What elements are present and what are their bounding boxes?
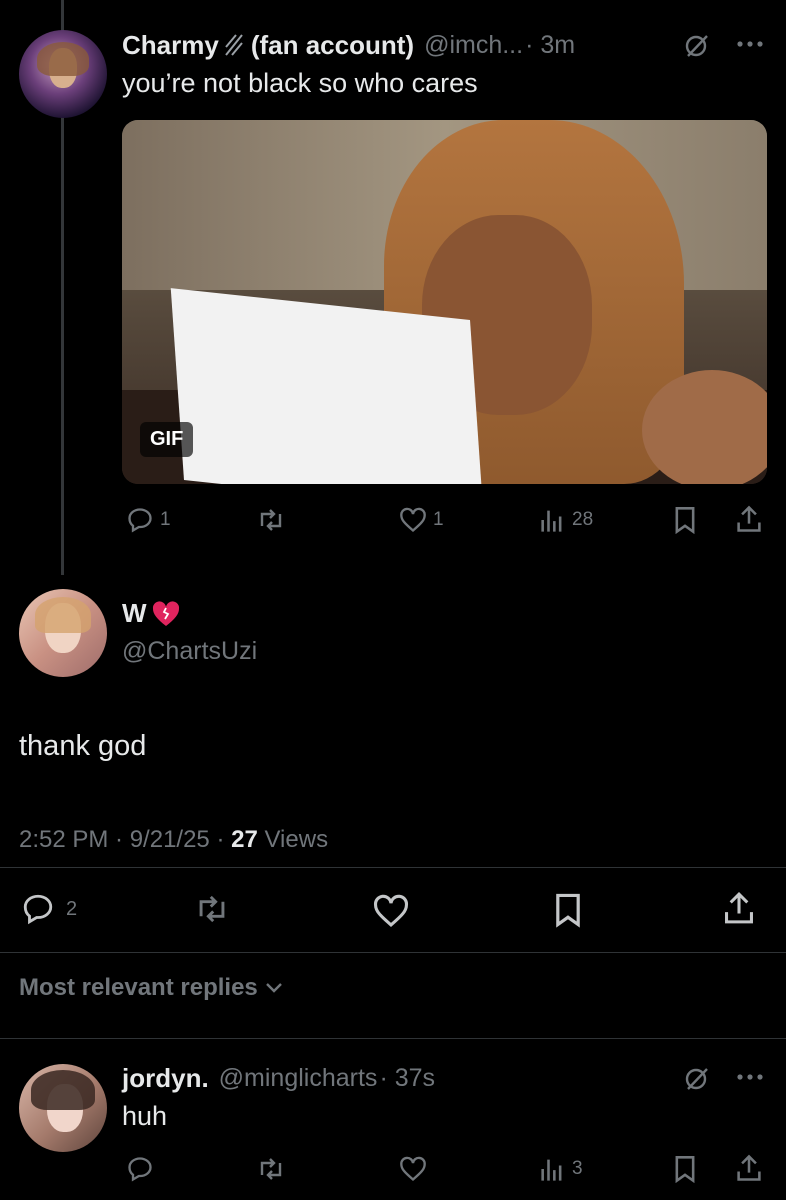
paper-sheet xyxy=(170,288,484,484)
retweet-icon[interactable] xyxy=(256,1155,286,1183)
display-name[interactable]: Charmy xyxy=(122,30,219,61)
share-icon[interactable] xyxy=(735,504,763,534)
reply-action[interactable]: 1 xyxy=(126,506,171,534)
tweet-text: huh xyxy=(122,1101,168,1131)
reply-icon xyxy=(126,506,154,534)
heart-icon[interactable] xyxy=(399,1156,427,1182)
avatar-charmy[interactable] xyxy=(19,30,107,118)
timestamp[interactable]: · 37s xyxy=(379,1064,435,1093)
reply-count: 1 xyxy=(160,509,171,530)
grok-icon[interactable] xyxy=(684,1066,710,1092)
handle[interactable]: @minglicharts xyxy=(219,1064,378,1093)
handle[interactable]: @ChartsUzi xyxy=(122,637,257,666)
reply-header: jordyn. @minglicharts · 37s xyxy=(122,1063,435,1094)
share-icon[interactable] xyxy=(722,890,756,926)
heart-icon xyxy=(399,507,427,533)
view-count: 3 xyxy=(572,1158,583,1179)
more-icon[interactable] xyxy=(736,40,764,48)
tweet-text: thank god xyxy=(19,730,147,762)
reply-count: 2 xyxy=(66,897,78,920)
divider-bottom xyxy=(0,1038,786,1039)
gif-badge: GIF xyxy=(140,422,194,457)
timestamp[interactable]: 2:52 PM · 9/21/25 · xyxy=(19,826,231,853)
views-icon xyxy=(538,1155,566,1183)
reply-icon[interactable] xyxy=(126,1155,154,1183)
tweet-meta: 2:52 PM · 9/21/25 · 27 Views xyxy=(19,826,328,854)
tweet-header: Charmy (fan account) @imch... · 3m xyxy=(122,28,575,62)
bookmark-icon[interactable] xyxy=(672,1155,698,1183)
timestamp[interactable]: · 3m xyxy=(525,31,575,60)
views-action[interactable]: 28 xyxy=(538,506,593,534)
divider-mid xyxy=(0,952,786,953)
verified-slash-icon xyxy=(223,33,245,57)
sort-label: Most relevant replies xyxy=(19,974,258,1001)
display-name[interactable]: jordyn. xyxy=(122,1063,209,1094)
divider-top xyxy=(0,867,786,868)
views-icon xyxy=(538,506,566,534)
avatar-jordyn[interactable] xyxy=(19,1064,107,1152)
heart-emoji-icon xyxy=(151,600,181,628)
views-count: 27 xyxy=(231,826,258,853)
display-name-suffix: (fan account) xyxy=(250,29,415,60)
gif-media[interactable]: GIF xyxy=(122,120,767,484)
like-action[interactable]: 1 xyxy=(399,507,444,533)
tweet-text: you’re not black so who cares xyxy=(122,68,478,98)
views-action[interactable]: 3 xyxy=(538,1155,583,1183)
reply-icon xyxy=(20,892,56,926)
retweet-icon[interactable] xyxy=(256,506,286,534)
chevron-down-icon xyxy=(264,981,284,995)
like-count: 1 xyxy=(433,509,444,530)
handle[interactable]: @imch... xyxy=(424,31,523,60)
more-icon[interactable] xyxy=(736,1073,764,1081)
share-icon[interactable] xyxy=(735,1153,763,1183)
bookmark-icon[interactable] xyxy=(552,892,584,928)
avatar-w[interactable] xyxy=(19,589,107,677)
author-row: W xyxy=(122,598,181,629)
retweet-icon[interactable] xyxy=(193,892,231,926)
heart-icon[interactable] xyxy=(372,894,410,928)
sort-replies-dropdown[interactable]: Most relevant replies xyxy=(19,974,284,1002)
view-count: 28 xyxy=(572,509,594,530)
bookmark-icon[interactable] xyxy=(672,506,698,534)
views-label: Views xyxy=(264,826,329,853)
reply-action[interactable]: 2 xyxy=(20,892,77,926)
grok-icon[interactable] xyxy=(684,33,710,59)
display-name[interactable]: W xyxy=(122,598,147,629)
